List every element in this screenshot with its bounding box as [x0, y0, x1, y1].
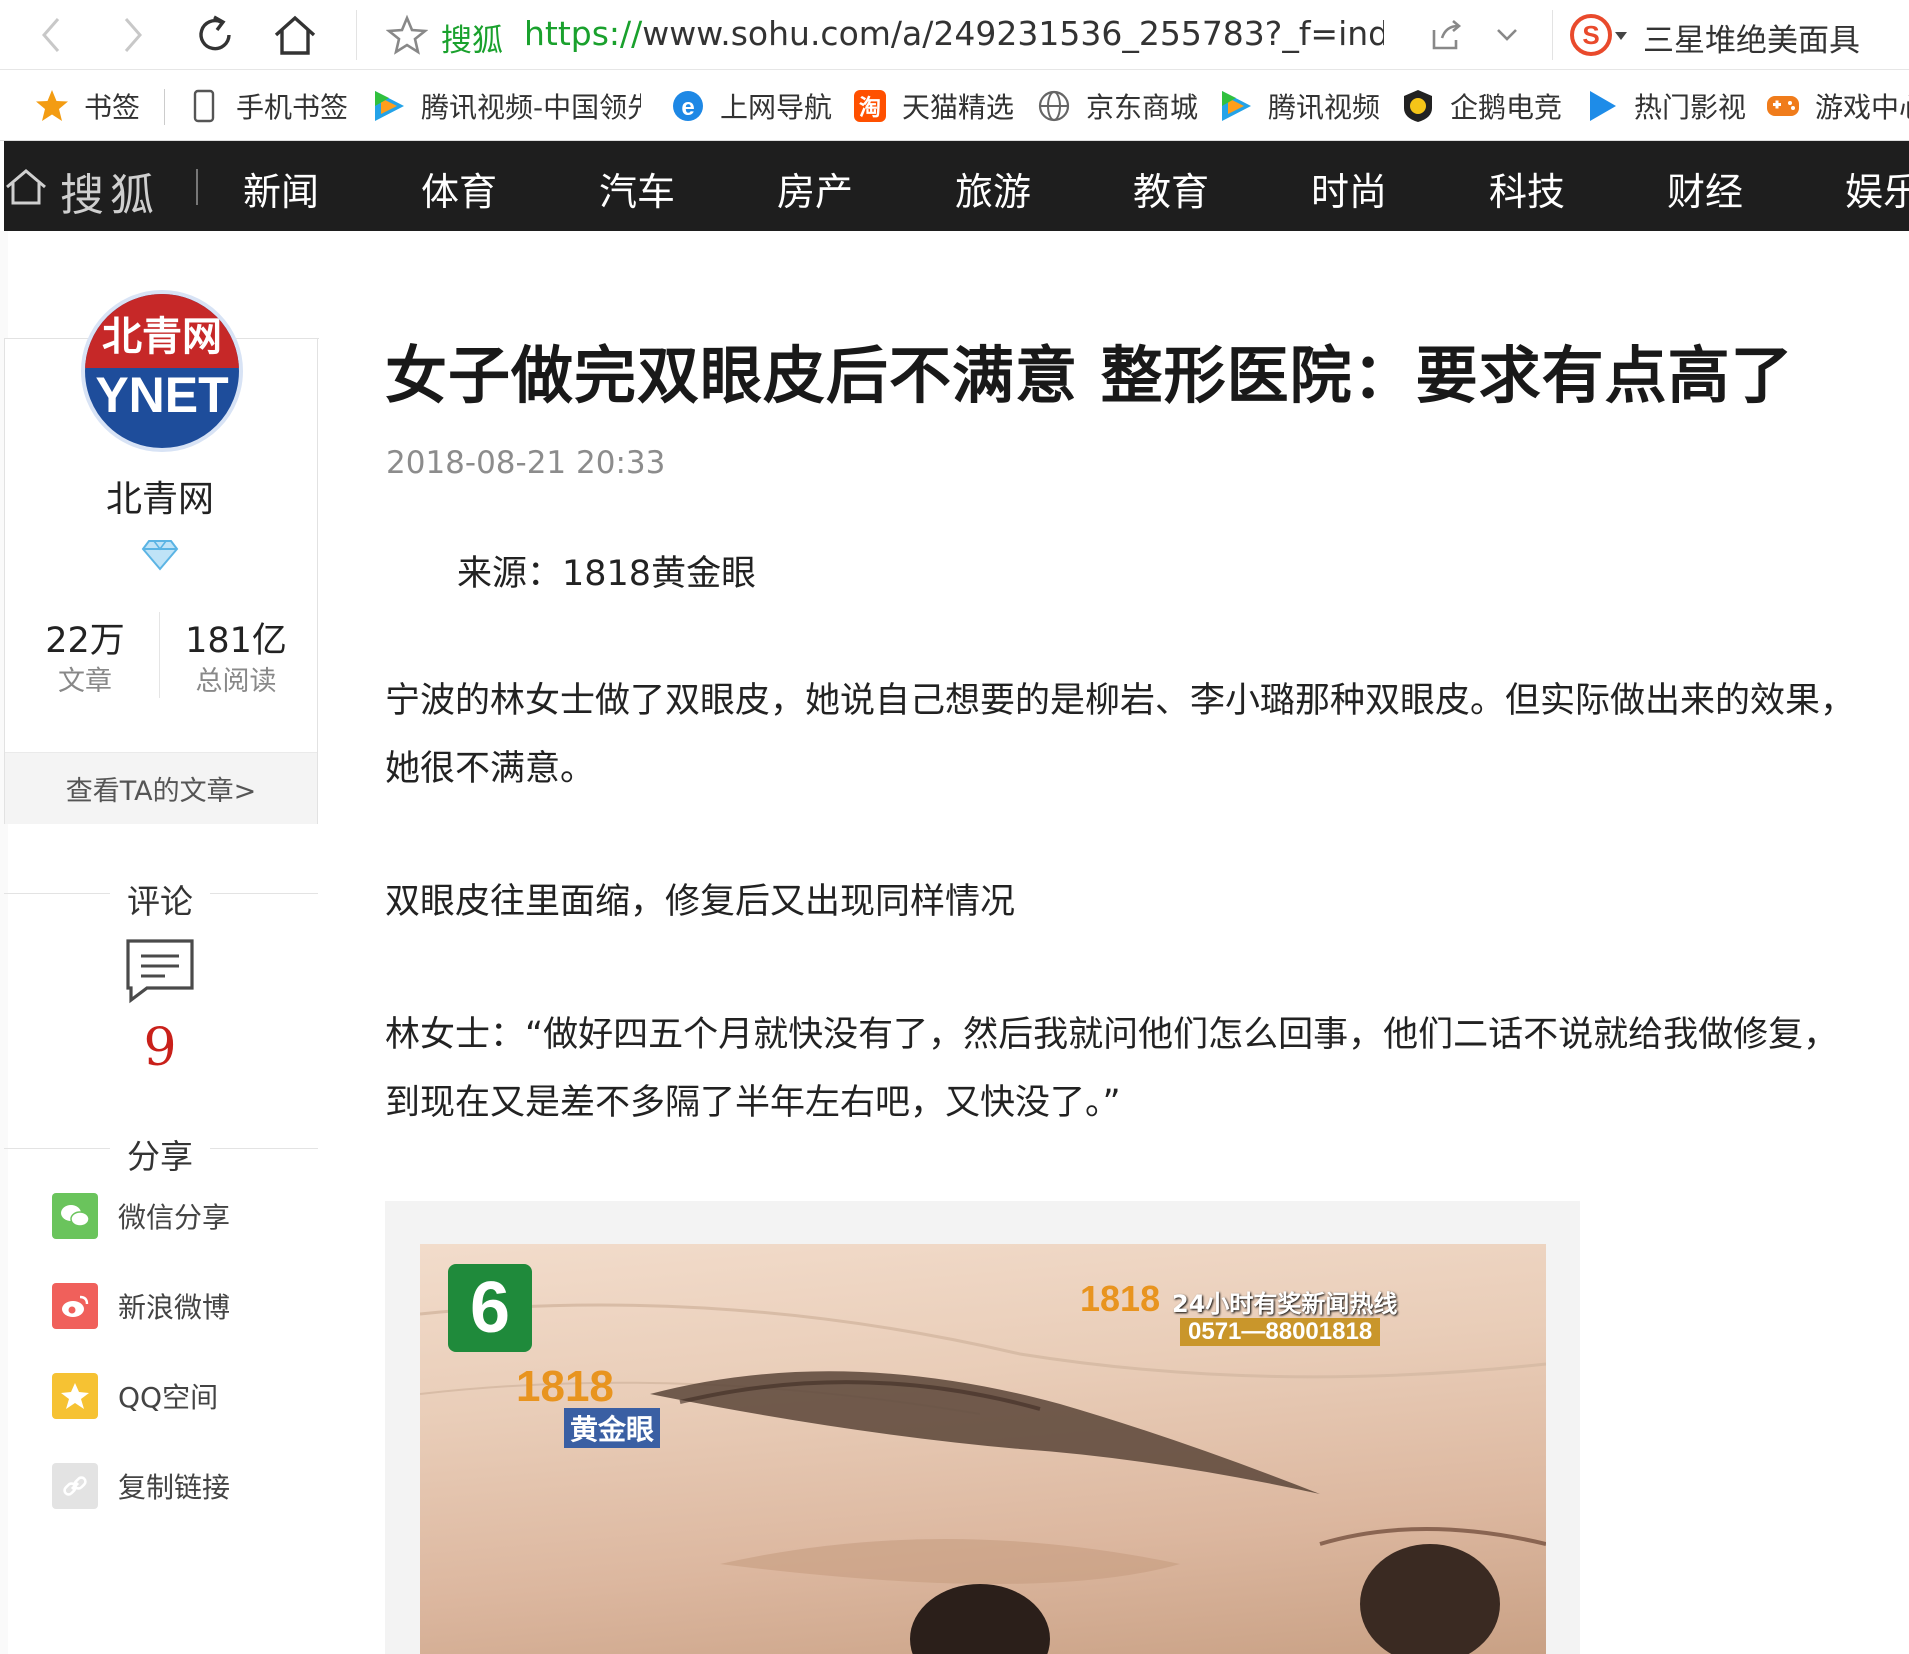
nav-item-education[interactable]: 教育 [1133, 161, 1209, 216]
avatar[interactable]: 北青网 YNET [81, 290, 243, 452]
weibo-icon [52, 1283, 98, 1329]
reads-label: 总阅读 [195, 666, 277, 697]
author-name[interactable]: 北青网 [0, 470, 320, 522]
home-icon [274, 15, 316, 55]
gamepad-icon [1765, 88, 1801, 124]
forward-button[interactable] [108, 10, 158, 60]
share-qzone-button[interactable]: QQ空间 [52, 1373, 218, 1419]
taobao-icon: 淘 [852, 88, 888, 124]
browser-toolbar: 搜狐 https://www.sohu.com/a/249231536_2557… [0, 0, 1909, 70]
bookmark-item[interactable]: 游戏中心 [1765, 71, 1909, 140]
nav-item-finance[interactable]: 财经 [1667, 161, 1743, 216]
bookmark-divider [164, 89, 165, 125]
view-author-articles-link[interactable]: 查看TA的文章> [5, 752, 317, 824]
bookmark-item[interactable]: 京东商城 [1036, 71, 1198, 140]
svg-text:S: S [1582, 20, 1599, 50]
hotline-title: 24小时有奖新闻热线 [1172, 1290, 1398, 1318]
nav-item-fashion[interactable]: 时尚 [1311, 161, 1387, 216]
bookmark-item[interactable]: 淘 天猫精选 [852, 71, 1014, 140]
channel-number: 6 [469, 1268, 511, 1348]
publish-time: 2018-08-21 20:33 [386, 445, 666, 481]
article-paragraph: 双眼皮往里面缩，修复后又出现同样情况 [385, 882, 1016, 922]
articles-label: 文章 [58, 666, 112, 697]
sohu-logo[interactable]: 搜狐 [60, 159, 160, 223]
article-title: 女子做完双眼皮后不满意 整形医院：要求有点高了 [385, 339, 1794, 412]
bookmark-item[interactable]: 腾讯视频 [1218, 71, 1380, 140]
comments-title: 评论 [127, 882, 193, 921]
comment-count[interactable]: 9 [0, 1018, 320, 1078]
sogou-search-icon[interactable]: S [1568, 12, 1614, 58]
reload-button[interactable] [190, 10, 240, 60]
sohu-channel-nav: 搜狐 新闻 体育 汽车 房产 旅游 教育 时尚 科技 财经 娱乐 [4, 141, 1909, 231]
toolbar-divider [1552, 10, 1553, 60]
svg-text:淘: 淘 [859, 95, 881, 121]
link-icon [52, 1463, 98, 1509]
toolbar-divider [356, 10, 357, 60]
articles-count: 22万 [45, 621, 125, 661]
home-icon[interactable] [4, 165, 48, 209]
caret-down-icon[interactable] [1614, 30, 1628, 42]
share-title: 分享 [127, 1137, 193, 1176]
chevron-right-icon [124, 18, 142, 52]
nav-item-house[interactable]: 房产 [777, 161, 853, 216]
reload-icon [199, 15, 231, 51]
program-logo: 1818 黄金眼 [516, 1362, 661, 1448]
site-name-label: 搜狐 [441, 23, 503, 59]
search-input[interactable]: 三星堆绝美面具 [1643, 15, 1860, 60]
star-icon [34, 88, 70, 124]
play-icon [1584, 88, 1620, 124]
bookmark-item[interactable]: 书签 [34, 71, 140, 140]
bookmark-star-icon[interactable] [386, 14, 428, 56]
home-button[interactable] [270, 10, 320, 60]
bookmark-item[interactable]: e 上网导航 [670, 71, 832, 140]
program-logo-number: 1818 [516, 1362, 614, 1411]
nav-item-entertainment[interactable]: 娱乐 [1845, 161, 1909, 216]
article-paragraph: 宁波的林女士做了双眼皮，她说自己想要的是柳岩、李小璐那种双眼皮。但实际做出来的效… [385, 681, 1856, 789]
article-paragraph: 林女士：“做好四五个月就快没有了，然后我就问他们怎么回事，他们二话不说就给我做修… [385, 1015, 1839, 1123]
tencent-video-icon [371, 88, 407, 124]
nav-item-auto[interactable]: 汽车 [599, 161, 675, 216]
share-wechat-button[interactable]: 微信分享 [52, 1193, 230, 1239]
qzone-star-icon [52, 1373, 98, 1419]
tencent-video-icon [1218, 88, 1254, 124]
channel-logo: 6 [448, 1264, 532, 1352]
logo-divider [196, 169, 198, 205]
comment-icon[interactable] [125, 938, 195, 1004]
wechat-icon [52, 1193, 98, 1239]
nav-item-travel[interactable]: 旅游 [955, 161, 1031, 216]
share-icon[interactable] [1426, 16, 1466, 54]
bookmark-item[interactable]: 腾讯视频-中国领先 [371, 71, 641, 140]
esports-icon [1400, 88, 1436, 124]
bookmarks-bar: 书签 手机书签 腾讯视频-中国领先 e 上网导航 淘 天猫精选 京东商城 腾讯视… [0, 71, 1909, 141]
share-weibo-button[interactable]: 新浪微博 [52, 1283, 230, 1329]
avatar-logo-cn: 北青网 [102, 313, 222, 360]
nav-item-sports[interactable]: 体育 [421, 161, 497, 216]
copy-link-button[interactable]: 复制链接 [52, 1463, 230, 1509]
chevron-down-icon[interactable] [1488, 16, 1526, 54]
nav-item-news[interactable]: 新闻 [243, 161, 319, 216]
avatar-logo-en: YNET [95, 367, 229, 423]
back-button[interactable] [26, 10, 76, 60]
hotline-number: 0571—88001818 [1180, 1318, 1381, 1346]
reads-count: 181亿 [185, 621, 287, 661]
url-protocol: https:// [524, 14, 643, 53]
article-source: 来源：1818黄金眼 [457, 554, 757, 594]
hotline-logo: 1818 [1080, 1278, 1161, 1319]
ie-icon: e [670, 88, 706, 124]
nav-item-tech[interactable]: 科技 [1489, 161, 1565, 216]
bookmark-item[interactable]: 企鹅电竞 [1400, 71, 1562, 140]
chevron-left-icon [42, 18, 60, 52]
bookmark-item[interactable]: 手机书签 [186, 71, 348, 140]
svg-text:e: e [681, 94, 694, 121]
bookmark-item[interactable]: 热门影视 [1584, 71, 1746, 140]
program-logo-name: 黄金眼 [564, 1408, 661, 1448]
url-path: www.sohu.com/a/249231536_255783?_f=index… [642, 14, 1384, 53]
globe-icon [1036, 88, 1072, 124]
phone-icon [186, 88, 222, 124]
diamond-badge-icon [141, 540, 179, 571]
address-bar[interactable]: https://www.sohu.com/a/249231536_255783?… [524, 14, 1384, 53]
article-image[interactable]: 6 1818 黄金眼 1818 24小时有奖新闻热线 0571—88001818 [420, 1244, 1546, 1654]
